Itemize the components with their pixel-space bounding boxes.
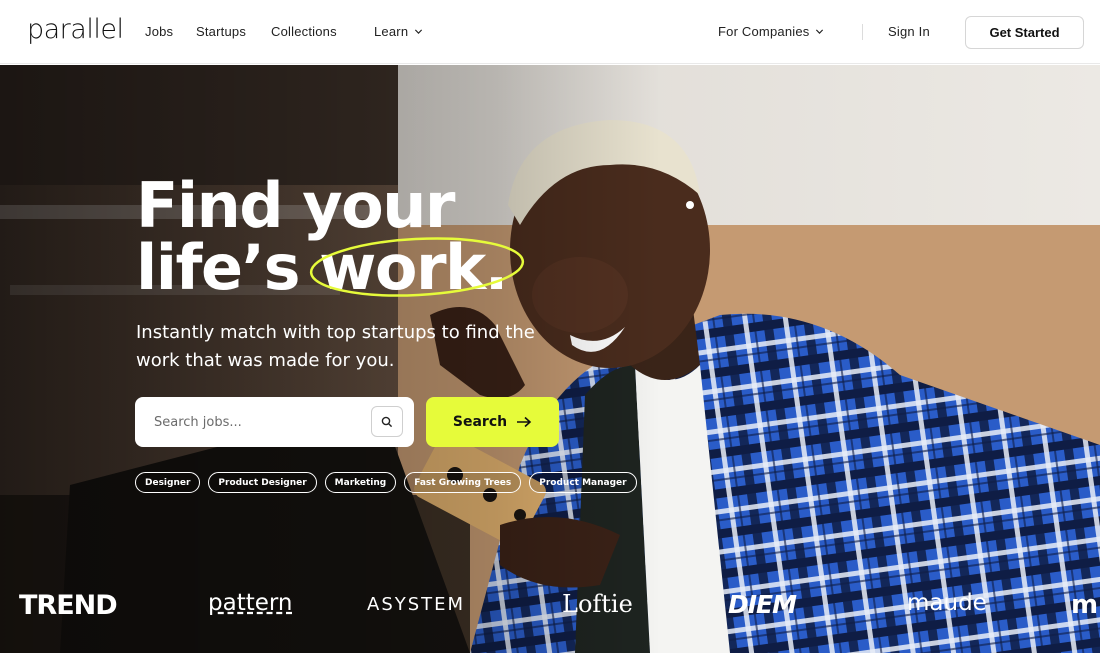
- headline-line-2: life’s work.: [136, 237, 525, 299]
- sign-in-link[interactable]: Sign In: [888, 24, 930, 39]
- search-box: [135, 397, 414, 447]
- logo-trend: TREND: [19, 590, 118, 621]
- chip-fast-growing-trees[interactable]: Fast Growing Trees: [404, 472, 522, 493]
- headline-line-2-start: life’s: [136, 231, 320, 304]
- get-started-button[interactable]: Get Started: [965, 16, 1084, 49]
- search-button[interactable]: Search: [426, 397, 559, 447]
- search-button-label: Search: [452, 414, 508, 430]
- logo-loftie: Loftie: [562, 590, 633, 618]
- chip-designer[interactable]: Designer: [135, 472, 201, 493]
- chevron-down-icon: [415, 29, 423, 34]
- nav-for-companies[interactable]: For Companies: [718, 24, 824, 39]
- chip-marketing[interactable]: Marketing: [324, 472, 397, 493]
- chip-product-designer[interactable]: Product Designer: [208, 472, 317, 493]
- headline-highlight-word: work.: [309, 237, 525, 299]
- headline-line-1: Find your: [136, 169, 455, 242]
- suggested-searches: Designer Product Designer Marketing Fast…: [135, 472, 637, 493]
- nav-for-companies-label: For Companies: [718, 24, 810, 39]
- sign-in-label: Sign In: [888, 24, 930, 39]
- hero-section: Find your life’s work. Instantly match w…: [0, 65, 1100, 653]
- logo-asystem: ASYSTEM: [367, 594, 466, 615]
- nav-divider: [862, 24, 863, 40]
- top-navigation: parallel Jobs Startups Collections Learn…: [0, 0, 1100, 64]
- arrow-right-icon: [517, 416, 532, 428]
- chevron-down-icon: [816, 29, 824, 34]
- nav-link-learn[interactable]: Learn: [374, 24, 423, 39]
- company-logos-strip: TREND pattern ASYSTEM Loftie DIEM maude …: [0, 590, 1100, 630]
- accent-ellipse-icon: [309, 237, 525, 297]
- hero-headline: Find your life’s work.: [136, 169, 525, 299]
- logo-diem: DIEM: [728, 590, 797, 619]
- nav-link-startups-label: Startups: [196, 24, 247, 39]
- logo-maude: maude: [907, 590, 987, 616]
- search-input[interactable]: [154, 414, 374, 430]
- nav-link-startups[interactable]: Startups: [196, 24, 246, 39]
- hero-subtitle: Instantly match with top startups to fin…: [136, 322, 535, 371]
- nav-link-jobs[interactable]: Jobs: [145, 24, 173, 39]
- logo-pattern: pattern: [208, 590, 293, 616]
- search-icon-button[interactable]: [371, 406, 403, 437]
- nav-link-collections-label: Collections: [271, 24, 337, 39]
- chip-product-manager[interactable]: Product Manager: [529, 472, 637, 493]
- nav-link-learn-label: Learn: [374, 24, 409, 39]
- logo-partial: m: [1071, 590, 1099, 620]
- nav-link-jobs-label: Jobs: [145, 24, 174, 39]
- nav-link-collections[interactable]: Collections: [271, 24, 337, 39]
- parallel-logo[interactable]: parallel: [27, 14, 124, 45]
- search-icon: [381, 416, 393, 427]
